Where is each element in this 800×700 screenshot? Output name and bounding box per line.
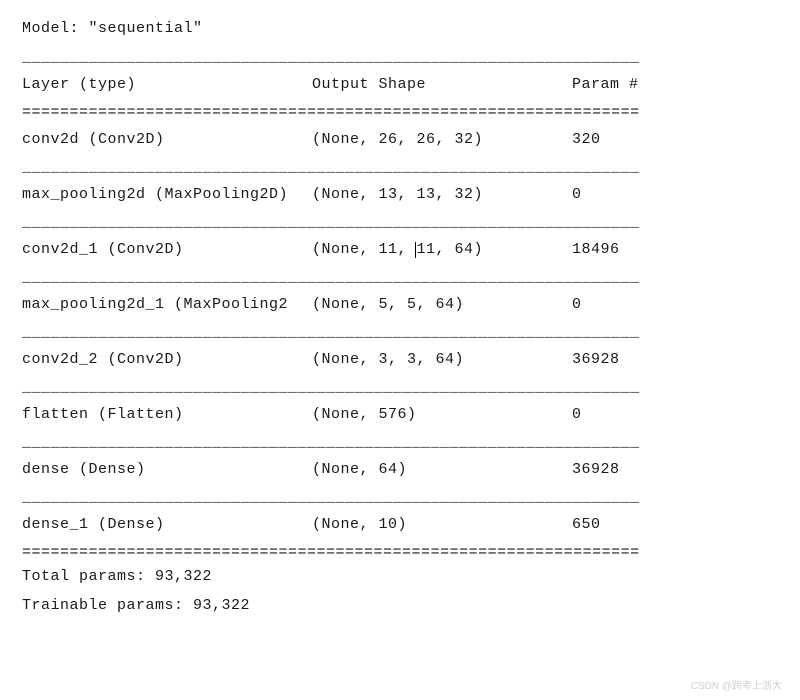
layer-shape: (None, 13, 13, 32)	[312, 183, 572, 207]
divider-row: ________________________________________…	[22, 487, 778, 508]
layer-param: 36928	[572, 458, 778, 482]
layer-name: conv2d_2 (Conv2D)	[22, 348, 312, 372]
layer-shape: (None, 3, 3, 64)	[312, 348, 572, 372]
layer-name: flatten (Flatten)	[22, 403, 312, 427]
layer-param: 0	[572, 293, 778, 317]
layer-shape: (None, 10)	[312, 513, 572, 537]
table-row: conv2d_2 (Conv2D)(None, 3, 3, 64)36928	[22, 343, 778, 377]
layer-name: conv2d_1 (Conv2D)	[22, 238, 312, 262]
layer-param: 36928	[572, 348, 778, 372]
layer-name: dense_1 (Dense)	[22, 513, 312, 537]
layer-param: 18496	[572, 238, 778, 262]
layer-param: 0	[572, 403, 778, 427]
layer-shape: (None, 64)	[312, 458, 572, 482]
table-row: dense_1 (Dense)(None, 10)650	[22, 508, 778, 542]
layer-shape: (None, 11, 11, 64)	[312, 238, 572, 262]
watermark: CSDN @跨考上浙大	[691, 677, 782, 692]
header-layer: Layer (type)	[22, 73, 312, 97]
divider-row: ________________________________________…	[22, 212, 778, 233]
divider-row: ________________________________________…	[22, 157, 778, 178]
divider-row: ________________________________________…	[22, 267, 778, 288]
layer-shape: (None, 26, 26, 32)	[312, 128, 572, 152]
model-title: Model: "sequential"	[22, 20, 778, 37]
divider-row: ________________________________________…	[22, 377, 778, 398]
divider-header: ========================================…	[22, 102, 778, 123]
layer-name: dense (Dense)	[22, 458, 312, 482]
table-row: conv2d (Conv2D)(None, 26, 26, 32)320	[22, 123, 778, 157]
divider-row: ________________________________________…	[22, 432, 778, 453]
divider-bottom: ========================================…	[22, 542, 778, 563]
total-params: Total params: 93,322	[22, 563, 778, 592]
layer-name: conv2d (Conv2D)	[22, 128, 312, 152]
table-header: Layer (type) Output Shape Param #	[22, 68, 778, 102]
layer-name: max_pooling2d (MaxPooling2D)	[22, 183, 312, 207]
layer-shape: (None, 576)	[312, 403, 572, 427]
header-param: Param #	[572, 73, 778, 97]
layer-param: 0	[572, 183, 778, 207]
divider-row: ________________________________________…	[22, 322, 778, 343]
table-row: conv2d_1 (Conv2D)(None, 11, 11, 64)18496	[22, 233, 778, 267]
layer-param: 320	[572, 128, 778, 152]
table-row: dense (Dense)(None, 64)36928	[22, 453, 778, 487]
header-shape: Output Shape	[312, 73, 572, 97]
divider-top: ________________________________________…	[22, 47, 778, 68]
layer-name: max_pooling2d_1 (MaxPooling2	[22, 293, 312, 317]
table-row: max_pooling2d_1 (MaxPooling2(None, 5, 5,…	[22, 288, 778, 322]
table-row: flatten (Flatten)(None, 576)0	[22, 398, 778, 432]
table-row: max_pooling2d (MaxPooling2D)(None, 13, 1…	[22, 178, 778, 212]
layer-shape: (None, 5, 5, 64)	[312, 293, 572, 317]
trainable-params: Trainable params: 93,322	[22, 592, 778, 621]
layer-param: 650	[572, 513, 778, 537]
